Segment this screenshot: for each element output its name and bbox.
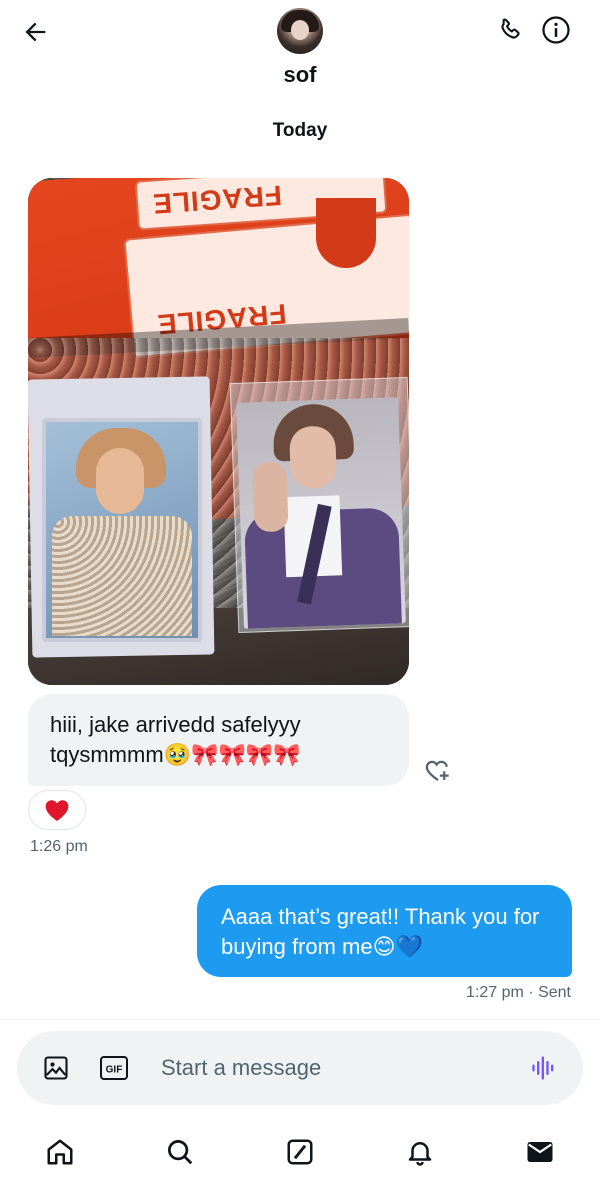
avatar[interactable] (277, 8, 323, 54)
back-button[interactable] (18, 14, 54, 50)
tab-messages[interactable] (520, 1132, 560, 1172)
info-button[interactable] (538, 12, 574, 48)
home-icon (47, 1139, 73, 1165)
message-input[interactable] (161, 1051, 501, 1085)
phone-icon (501, 18, 520, 39)
conversation-title[interactable]: sof (0, 62, 600, 88)
reaction-badge[interactable] (28, 790, 86, 830)
image-icon (44, 1056, 68, 1080)
incoming-message[interactable]: hiii, jake arrivedd safelyyy tqysmmmm🥹🎀🎀… (28, 694, 409, 786)
message-composer: GIF (17, 1031, 583, 1105)
tab-home[interactable] (40, 1132, 80, 1172)
info-icon (542, 16, 570, 44)
voice-message-button[interactable] (527, 1051, 561, 1085)
outgoing-timestamp-status: 1:27 pm · Sent (466, 984, 571, 1001)
heart-icon (45, 800, 69, 821)
heart-plus-icon (425, 760, 449, 781)
tab-search[interactable] (160, 1132, 200, 1172)
bottom-tab-bar (0, 1120, 600, 1200)
date-separator: Today (272, 120, 328, 141)
add-media-button[interactable] (41, 1053, 71, 1083)
outgoing-message-text: Aaaa that’s great!! Thank you for buying… (221, 904, 540, 959)
incoming-message-text: hiii, jake arrivedd safelyyy tqysmmmm🥹🎀🎀… (50, 712, 301, 767)
add-reaction-button[interactable] (420, 752, 456, 788)
tab-grok[interactable] (280, 1132, 320, 1172)
gif-icon: GIF (100, 1056, 128, 1080)
gif-button[interactable]: GIF (97, 1053, 131, 1083)
fragile-label-top: FRAGILE (151, 179, 283, 220)
voice-wave-icon (532, 1056, 554, 1080)
conversation-header: sof (0, 0, 600, 110)
arrow-left-icon (25, 22, 46, 42)
call-button[interactable] (492, 12, 528, 48)
grok-icon (287, 1139, 313, 1165)
composer-divider (0, 1019, 600, 1020)
tab-notifications[interactable] (400, 1132, 440, 1172)
incoming-timestamp: 1:26 pm (30, 838, 88, 855)
outgoing-message[interactable]: Aaaa that’s great!! Thank you for buying… (197, 885, 572, 977)
notifications-icon (408, 1142, 432, 1166)
search-icon (168, 1140, 193, 1165)
message-photo[interactable]: FRAGILE FRAGILE (28, 178, 409, 685)
svg-text:GIF: GIF (106, 1065, 123, 1076)
messages-icon (527, 1142, 553, 1162)
